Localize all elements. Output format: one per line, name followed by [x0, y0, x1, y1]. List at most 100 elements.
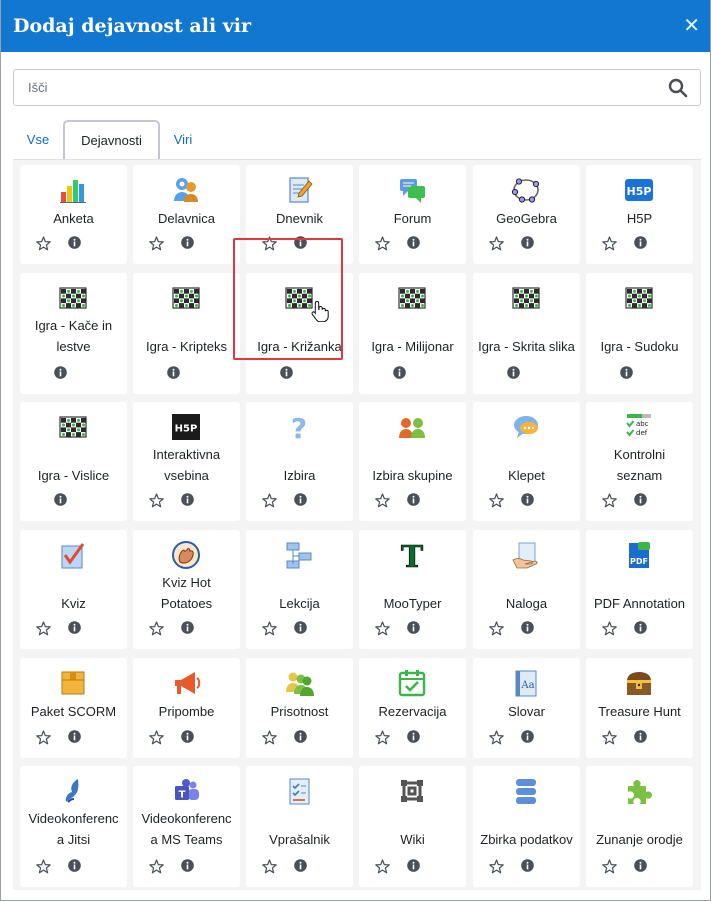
info-icon[interactable]	[181, 621, 194, 634]
info-icon[interactable]	[68, 621, 81, 634]
search-icon[interactable]	[668, 78, 688, 98]
tab-resources[interactable]: Viri	[160, 120, 206, 160]
star-icon[interactable]	[262, 859, 277, 874]
activity-card[interactable]: Anketa	[20, 165, 127, 264]
activity-card[interactable]: Pripombe	[133, 658, 240, 758]
info-icon[interactable]	[294, 493, 307, 506]
info-icon[interactable]	[294, 730, 307, 743]
info-icon[interactable]	[521, 236, 534, 249]
star-icon[interactable]	[375, 621, 390, 636]
star-icon[interactable]	[602, 621, 617, 636]
star-icon[interactable]	[602, 236, 617, 251]
info-icon[interactable]	[521, 859, 534, 872]
close-icon[interactable]: ✕	[683, 16, 700, 36]
info-icon[interactable]	[620, 366, 633, 379]
activity-card[interactable]: PDF PDF Annotation	[586, 530, 693, 649]
info-icon[interactable]	[521, 730, 534, 743]
info-icon[interactable]	[181, 236, 194, 249]
activity-card[interactable]: Klepet	[473, 402, 580, 521]
info-icon[interactable]	[634, 493, 647, 506]
star-icon[interactable]	[375, 730, 390, 745]
activity-card[interactable]: Videokonferenc a Jitsi	[20, 766, 127, 887]
activity-card[interactable]: Wiki	[359, 766, 466, 887]
star-icon[interactable]	[262, 493, 277, 508]
info-icon[interactable]	[407, 859, 420, 872]
star-icon[interactable]	[149, 730, 164, 745]
info-icon[interactable]	[407, 493, 420, 506]
activity-card[interactable]: Igra - Kače in lestve	[20, 273, 127, 394]
info-icon[interactable]	[521, 621, 534, 634]
activity-card[interactable]: Igra - Sudoku	[586, 273, 693, 394]
info-icon[interactable]	[634, 859, 647, 872]
info-icon[interactable]	[68, 236, 81, 249]
info-icon[interactable]	[167, 366, 180, 379]
info-icon[interactable]	[407, 236, 420, 249]
tab-activities[interactable]: Dejavnosti	[63, 120, 160, 160]
activity-card[interactable]: Kviz	[20, 530, 127, 649]
star-icon[interactable]	[489, 493, 504, 508]
star-icon[interactable]	[602, 859, 617, 874]
activity-card[interactable]: Prisotnost	[246, 658, 353, 758]
activity-card[interactable]: Delavnica	[133, 165, 240, 264]
activity-card[interactable]: Igra - Križanka	[246, 273, 353, 394]
info-icon[interactable]	[407, 730, 420, 743]
star-icon[interactable]	[489, 621, 504, 636]
star-icon[interactable]	[149, 859, 164, 874]
activity-card[interactable]: Naloga	[473, 530, 580, 649]
star-icon[interactable]	[262, 730, 277, 745]
activity-card[interactable]: Treasure Hunt	[586, 658, 693, 758]
info-icon[interactable]	[181, 730, 194, 743]
info-icon[interactable]	[181, 859, 194, 872]
info-icon[interactable]	[393, 366, 406, 379]
info-icon[interactable]	[181, 493, 194, 506]
info-icon[interactable]	[294, 236, 307, 249]
star-icon[interactable]	[602, 493, 617, 508]
star-icon[interactable]	[375, 236, 390, 251]
activity-card[interactable]: Izbira skupine	[359, 402, 466, 521]
info-icon[interactable]	[634, 236, 647, 249]
activity-card[interactable]: abc def Kontrolni seznam	[586, 402, 693, 521]
info-icon[interactable]	[68, 730, 81, 743]
search-input[interactable]	[14, 70, 700, 105]
activity-card[interactable]: Rezervacija	[359, 658, 466, 758]
activity-card[interactable]: Kviz Hot Potatoes	[133, 530, 240, 649]
star-icon[interactable]	[489, 730, 504, 745]
info-icon[interactable]	[54, 366, 67, 379]
info-icon[interactable]	[54, 493, 67, 506]
tab-all[interactable]: Vse	[14, 120, 62, 160]
activity-card[interactable]: Igra - Kripteks	[133, 273, 240, 394]
activity-card[interactable]: Paket SCORM	[20, 658, 127, 758]
activity-card[interactable]: Igra - Vislice	[20, 402, 127, 521]
star-icon[interactable]	[375, 859, 390, 874]
info-icon[interactable]	[407, 621, 420, 634]
star-icon[interactable]	[375, 493, 390, 508]
star-icon[interactable]	[262, 236, 277, 251]
info-icon[interactable]	[521, 493, 534, 506]
activity-card[interactable]: Zbirka podatkov	[473, 766, 580, 887]
info-icon[interactable]	[280, 366, 293, 379]
activity-card[interactable]: Dnevnik	[246, 165, 353, 264]
star-icon[interactable]	[36, 621, 51, 636]
star-icon[interactable]	[36, 859, 51, 874]
activity-card[interactable]: Forum	[359, 165, 466, 264]
info-icon[interactable]	[634, 621, 647, 634]
info-icon[interactable]	[634, 730, 647, 743]
star-icon[interactable]	[602, 730, 617, 745]
star-icon[interactable]	[36, 236, 51, 251]
activity-card[interactable]: Igra - Milijonar	[359, 273, 466, 394]
star-icon[interactable]	[36, 730, 51, 745]
activity-card[interactable]: Aa Slovar	[473, 658, 580, 758]
info-icon[interactable]	[294, 621, 307, 634]
activity-card[interactable]: T MooTyper	[359, 530, 466, 649]
star-icon[interactable]	[489, 236, 504, 251]
activity-card[interactable]: T Videokonferenc a MS Teams	[133, 766, 240, 887]
activity-card[interactable]: Zunanje orodje	[586, 766, 693, 887]
activity-card[interactable]: Igra - Skrita slika	[473, 273, 580, 394]
activity-card[interactable]: H5P H5P	[586, 165, 693, 264]
activity-card[interactable]: H5P Interaktivna vsebina	[133, 402, 240, 521]
star-icon[interactable]	[262, 621, 277, 636]
activity-card[interactable]: ? Izbira	[246, 402, 353, 521]
activity-card[interactable]: Lekcija	[246, 530, 353, 649]
info-icon[interactable]	[507, 366, 520, 379]
activity-card[interactable]: Vprašalnik	[246, 766, 353, 887]
